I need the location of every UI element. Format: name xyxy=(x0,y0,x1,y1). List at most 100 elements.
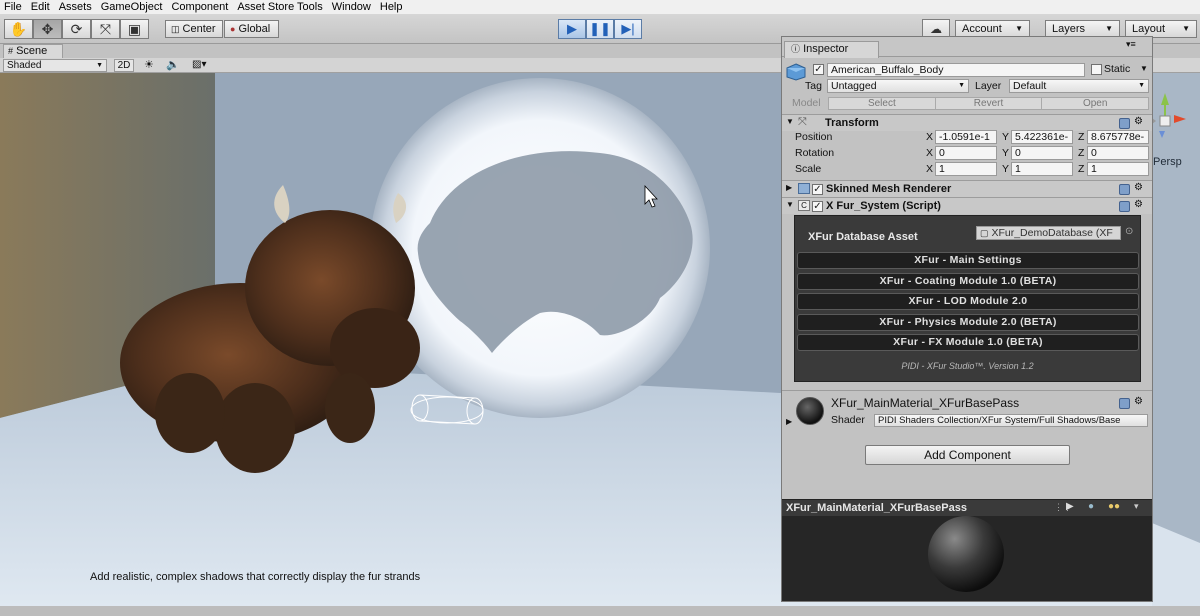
play-button[interactable]: ▶ xyxy=(558,19,586,39)
rect-tool-button[interactable]: ▣ xyxy=(120,19,149,39)
shading-mode-dropdown[interactable]: Shaded ▼ xyxy=(3,59,107,72)
object-picker-icon[interactable]: ⊙ xyxy=(1125,226,1133,237)
step-icon: ▶| xyxy=(621,21,635,36)
layer-dropdown[interactable]: Default ▼ xyxy=(1009,79,1149,93)
material-sphere-thumbnail xyxy=(796,397,824,425)
tab-scene[interactable]: # Scene xyxy=(3,44,63,58)
panel-menu-icon[interactable]: ▾≡ xyxy=(1126,39,1136,50)
layers-label: Layers xyxy=(1052,23,1086,35)
light-icon[interactable]: ●● xyxy=(1108,501,1120,512)
position-y-label: Y xyxy=(1002,131,1010,143)
material-preview-area[interactable] xyxy=(782,516,1152,601)
play-preview-icon[interactable]: ▶ xyxy=(1066,501,1074,512)
transform-header[interactable]: ▼ ⤧ Transform ⚙ xyxy=(782,114,1152,131)
projection-label[interactable]: Persp xyxy=(1153,156,1182,168)
scale-y-label: Y xyxy=(1002,163,1010,175)
tab-inspector[interactable]: ⓘ Inspector xyxy=(784,41,879,58)
tag-dropdown[interactable]: Untagged ▼ xyxy=(827,79,969,93)
xfur-fx-module-button[interactable]: XFur - FX Module 1.0 (BETA) xyxy=(797,334,1139,351)
gear-icon[interactable]: ⚙ xyxy=(1134,199,1143,210)
foldout-expanded-icon[interactable]: ▼ xyxy=(786,117,794,126)
preview-sphere-icon[interactable]: ● xyxy=(1088,501,1094,512)
position-x-field[interactable]: -1.0591e-1 xyxy=(935,130,997,144)
menu-file[interactable]: File xyxy=(0,0,27,14)
menu-assets[interactable]: Assets xyxy=(55,0,97,14)
skinned-mesh-enabled-checkbox[interactable]: ✓ xyxy=(812,184,823,195)
move-tool-button[interactable]: ✥ xyxy=(33,19,62,39)
rotation-x-label: X xyxy=(926,147,934,159)
audio-toggle-icon[interactable]: 🔈 xyxy=(166,58,180,71)
object-name-field[interactable]: American_Buffalo_Body xyxy=(827,63,1085,77)
shader-label: Shader xyxy=(831,414,865,426)
static-dropdown-chevron-icon[interactable]: ▼ xyxy=(1140,64,1148,73)
scale-z-field[interactable]: 1 xyxy=(1087,162,1149,176)
rotation-y-field[interactable]: 0 xyxy=(1011,146,1073,160)
pivot-icon: ◫ xyxy=(171,23,180,34)
mode-2d-toggle[interactable]: 2D xyxy=(114,59,134,72)
chevron-down-icon: ▼ xyxy=(1138,82,1145,89)
pivot-label: Center xyxy=(182,23,216,35)
help-book-icon[interactable] xyxy=(1119,118,1130,129)
xfur-system-header[interactable]: ▼ C ✓ X Fur_System (Script) ⚙ xyxy=(782,197,1152,214)
inspector-tab-bar: ⓘ Inspector ▾≡ xyxy=(782,37,1152,58)
step-button[interactable]: ▶| xyxy=(614,19,642,39)
static-checkbox[interactable] xyxy=(1091,64,1102,75)
space-toggle[interactable]: ● Global xyxy=(224,20,279,38)
gear-icon[interactable]: ⚙ xyxy=(1134,182,1143,193)
gear-icon[interactable]: ⚙ xyxy=(1134,116,1143,127)
lighting-toggle-icon[interactable]: ☀ xyxy=(144,58,154,71)
foldout-expanded-icon[interactable]: ▼ xyxy=(786,200,794,209)
effects-toggle-icon[interactable]: ▨▾ xyxy=(192,59,206,70)
material-section: ▶ XFur_MainMaterial_XFurBasePass ⚙ Shade… xyxy=(782,390,1152,430)
skinned-mesh-renderer-header[interactable]: ▶ ✓ Skinned Mesh Renderer ⚙ xyxy=(782,180,1152,197)
xfur-lod-module-button[interactable]: XFur - LOD Module 2.0 xyxy=(797,293,1139,310)
position-label: Position xyxy=(795,131,833,143)
gear-icon[interactable]: ⚙ xyxy=(1134,396,1143,407)
menu-component[interactable]: Component xyxy=(167,0,233,14)
pause-button[interactable]: ❚❚ xyxy=(586,19,614,39)
preview-header: XFur_MainMaterial_XFurBasePass ⋮⋮ ▶ ● ●●… xyxy=(782,499,1152,516)
xfur-enabled-checkbox[interactable]: ✓ xyxy=(812,201,823,212)
xfur-main-settings-button[interactable]: XFur - Main Settings xyxy=(797,252,1139,269)
scale-x-field[interactable]: 1 xyxy=(935,162,997,176)
pause-icon: ❚❚ xyxy=(589,21,611,36)
xfur-coating-module-button[interactable]: XFur - Coating Module 1.0 (BETA) xyxy=(797,273,1139,290)
scale-x-label: X xyxy=(926,163,934,175)
material-name: XFur_MainMaterial_XFurBasePass xyxy=(831,396,1020,410)
scale-tool-button[interactable]: ⤧ xyxy=(91,19,120,39)
foldout-collapsed-icon[interactable]: ▶ xyxy=(786,183,792,192)
model-select-button[interactable]: Select xyxy=(829,98,936,109)
shader-dropdown[interactable]: PIDI Shaders Collection/XFur System/Full… xyxy=(874,414,1148,427)
asset-icon: ▢ xyxy=(980,228,989,238)
position-y-field[interactable]: 5.422361e- xyxy=(1011,130,1073,144)
xfur-physics-module-button[interactable]: XFur - Physics Module 2.0 (BETA) xyxy=(797,314,1139,331)
database-asset-field[interactable]: ▢ XFur_DemoDatabase (XF xyxy=(976,226,1121,240)
help-book-icon[interactable] xyxy=(1119,398,1130,409)
add-component-button[interactable]: Add Component xyxy=(865,445,1070,465)
rotation-x-field[interactable]: 0 xyxy=(935,146,997,160)
menu-edit[interactable]: Edit xyxy=(27,0,55,14)
rotation-z-field[interactable]: 0 xyxy=(1087,146,1149,160)
rotate-icon: ⟳ xyxy=(70,20,83,37)
active-checkbox[interactable]: ✓ xyxy=(813,64,824,75)
menu-asset-store-tools[interactable]: Asset Store Tools xyxy=(233,0,327,14)
menu-help[interactable]: Help xyxy=(376,0,408,14)
menu-gameobject[interactable]: GameObject xyxy=(97,0,168,14)
gameobject-cube-icon xyxy=(786,63,806,81)
position-z-label: Z xyxy=(1078,131,1085,143)
preview-menu-icon[interactable]: ▾ xyxy=(1134,501,1139,512)
hand-tool-button[interactable]: ✋ xyxy=(4,19,33,39)
help-book-icon[interactable] xyxy=(1119,184,1130,195)
help-book-icon[interactable] xyxy=(1119,201,1130,212)
pivot-toggle[interactable]: ◫ Center xyxy=(165,20,223,38)
scale-label: Scale xyxy=(795,163,822,175)
position-z-field[interactable]: 8.675778e- xyxy=(1087,130,1149,144)
chevron-down-icon: ▼ xyxy=(96,62,103,69)
scale-y-field[interactable]: 1 xyxy=(1011,162,1073,176)
model-revert-button[interactable]: Revert xyxy=(936,98,1043,109)
rotate-tool-button[interactable]: ⟳ xyxy=(62,19,91,39)
shader-value: PIDI Shaders Collection/XFur System/Full… xyxy=(878,415,1121,426)
foldout-collapsed-icon[interactable]: ▶ xyxy=(786,417,792,426)
model-open-button[interactable]: Open xyxy=(1042,98,1148,109)
menu-window[interactable]: Window xyxy=(328,0,376,14)
